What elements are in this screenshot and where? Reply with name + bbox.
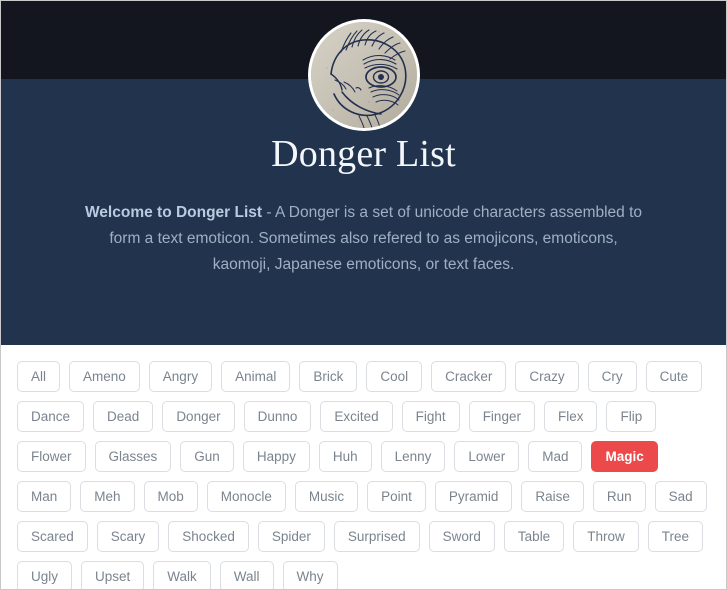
tag-button-lenny[interactable]: Lenny	[380, 441, 446, 472]
tag-button-sword[interactable]: Sword	[428, 521, 495, 552]
tag-button-finger[interactable]: Finger	[468, 401, 535, 432]
site-description-lead: Welcome to Donger List	[84, 204, 263, 221]
tag-button-table[interactable]: Table	[503, 521, 565, 552]
tag-button-cry[interactable]: Cry	[587, 361, 637, 392]
tag-button-glasses[interactable]: Glasses	[94, 441, 172, 472]
tag-button-crazy[interactable]: Crazy	[515, 361, 579, 392]
tag-button-monocle[interactable]: Monocle	[206, 481, 286, 512]
tag-button-music[interactable]: Music	[294, 481, 359, 512]
tag-button-lower[interactable]: Lower	[454, 441, 520, 472]
tag-button-donger[interactable]: Donger	[162, 401, 235, 432]
avatar	[307, 19, 420, 131]
tag-filter-list: All Ameno Angry Animal Brick Cool Cracker Crazy…	[17, 361, 710, 589]
tag-button-huh[interactable]: Huh	[318, 441, 372, 472]
tag-button-point[interactable]: Point	[367, 481, 426, 512]
tag-button-scared[interactable]: Scared	[17, 521, 88, 552]
site-description: Welcome to Donger List - A Donger is a s…	[84, 200, 644, 278]
tag-button-spider[interactable]: Spider	[257, 521, 325, 552]
tag-button-throw[interactable]: Throw	[573, 521, 639, 552]
tag-button-mad[interactable]: Mad	[528, 441, 583, 472]
tag-filter-panel: All Ameno Angry Animal Brick Cool Cracker Crazy…	[1, 345, 726, 589]
tag-button-cool[interactable]: Cool	[366, 361, 423, 392]
tag-button-flower[interactable]: Flower	[17, 441, 86, 472]
tag-button-happy[interactable]: Happy	[242, 441, 310, 472]
page-title: Donger List	[271, 133, 456, 175]
tag-button-tree[interactable]: Tree	[647, 521, 703, 552]
tag-button-magic[interactable]: Magic	[591, 441, 658, 472]
tag-button-ameno[interactable]: Ameno	[69, 361, 140, 392]
tag-button-flip[interactable]: Flip	[606, 401, 657, 432]
tag-button-dunno[interactable]: Dunno	[243, 401, 312, 432]
tag-button-fight[interactable]: Fight	[401, 401, 460, 432]
tag-button-pyramid[interactable]: Pyramid	[434, 481, 513, 512]
tag-button-ugly[interactable]: Ugly	[17, 561, 73, 589]
tag-button-run[interactable]: Run	[592, 481, 646, 512]
tag-button-scary[interactable]: Scary	[96, 521, 160, 552]
tag-button-mob[interactable]: Mob	[143, 481, 198, 512]
tag-button-animal[interactable]: Animal	[221, 361, 291, 392]
tag-button-why[interactable]: Why	[282, 561, 338, 589]
page-root: Donger List Welcome to Donger List - A D…	[0, 0, 727, 590]
tag-button-meh[interactable]: Meh	[80, 481, 135, 512]
tag-button-cute[interactable]: Cute	[645, 361, 703, 392]
tag-button-wall[interactable]: Wall	[219, 561, 274, 589]
tag-button-shocked[interactable]: Shocked	[168, 521, 249, 552]
tag-button-walk[interactable]: Walk	[153, 561, 211, 589]
tag-button-cracker[interactable]: Cracker	[431, 361, 507, 392]
site-header: Donger List Welcome to Donger List - A D…	[1, 1, 726, 345]
tag-button-dance[interactable]: Dance	[17, 401, 85, 432]
tag-button-flex[interactable]: Flex	[543, 401, 598, 432]
tag-button-gun[interactable]: Gun	[180, 441, 234, 472]
tag-button-brick[interactable]: Brick	[299, 361, 358, 392]
tag-button-upset[interactable]: Upset	[81, 561, 145, 589]
tag-button-all[interactable]: All	[17, 361, 61, 392]
tag-button-angry[interactable]: Angry	[148, 361, 213, 392]
tag-button-raise[interactable]: Raise	[521, 481, 584, 512]
tag-button-excited[interactable]: Excited	[320, 401, 393, 432]
tag-button-surprised[interactable]: Surprised	[333, 521, 420, 552]
avatar-image	[310, 22, 417, 128]
tag-button-man[interactable]: Man	[17, 481, 72, 512]
tag-button-sad[interactable]: Sad	[654, 481, 707, 512]
tag-button-dead[interactable]: Dead	[93, 401, 154, 432]
